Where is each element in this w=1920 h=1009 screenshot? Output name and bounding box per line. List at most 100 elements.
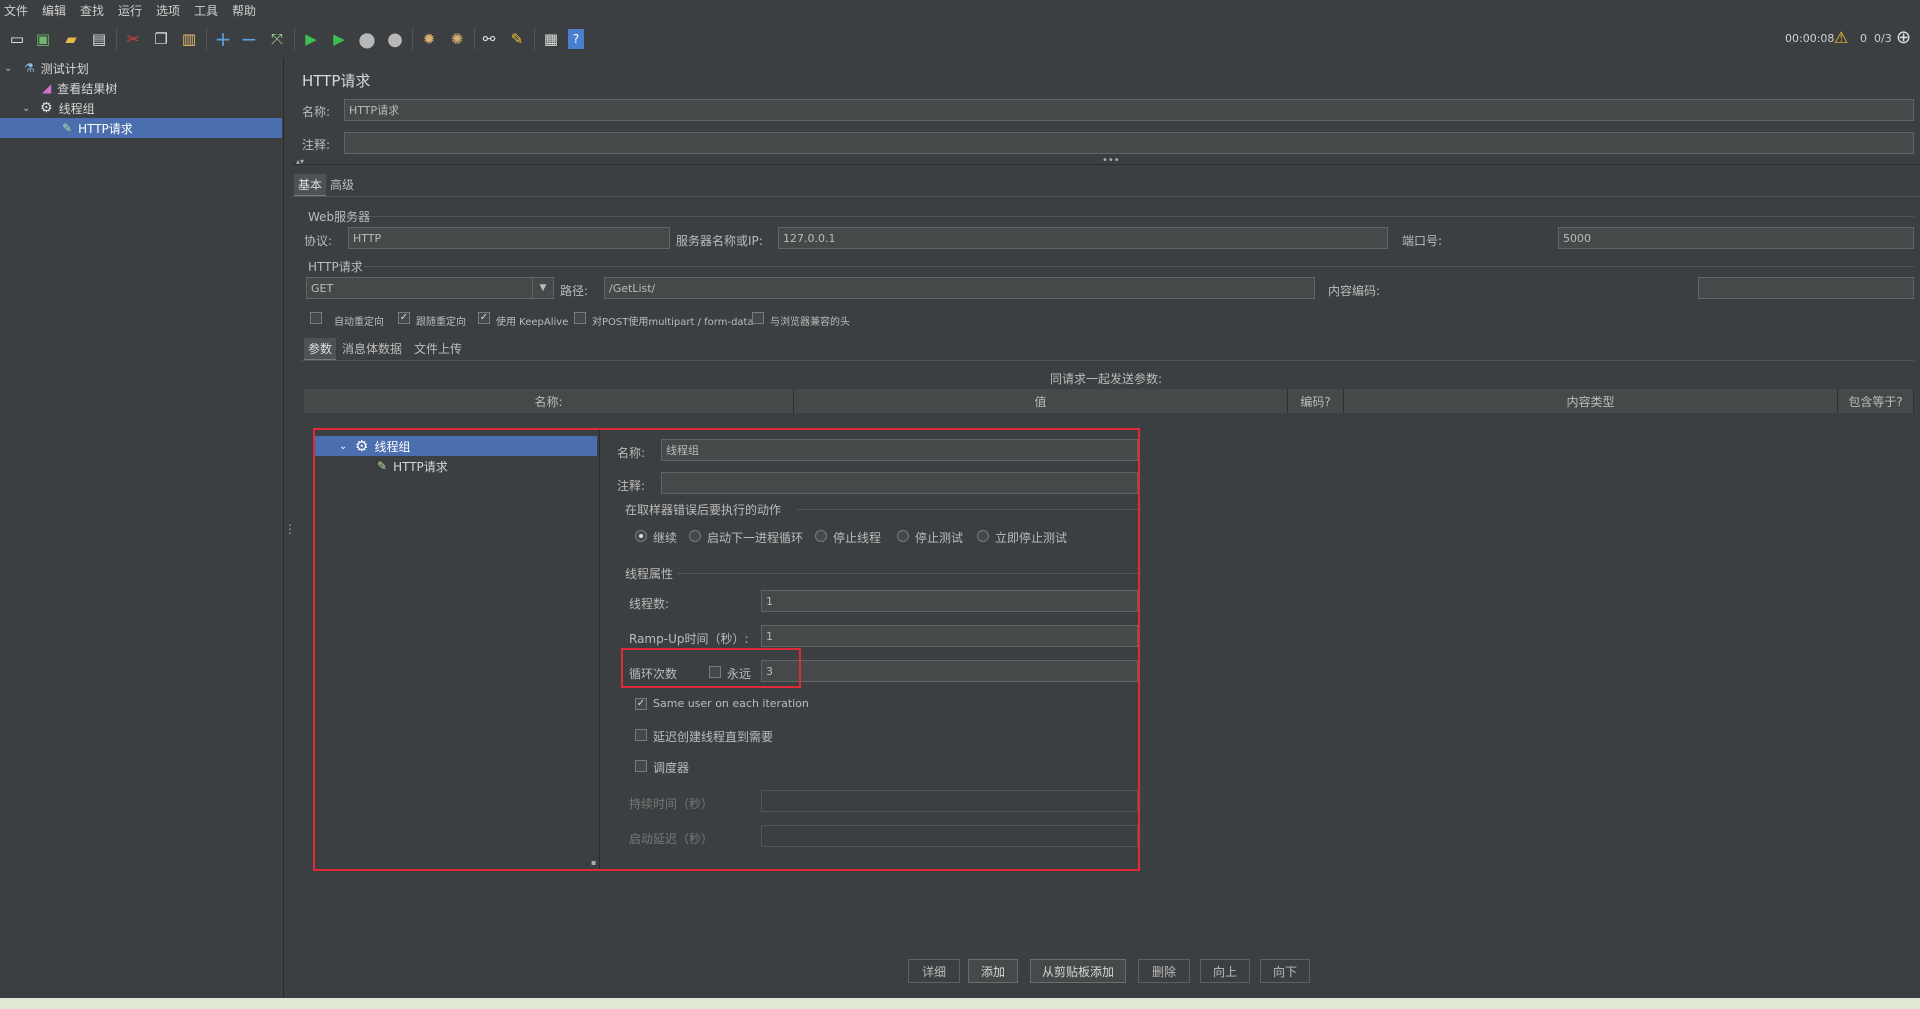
next-loop-radio[interactable] (689, 530, 701, 542)
chevron-down-icon[interactable]: ⌄ (22, 103, 32, 114)
function-helper-icon[interactable]: ▦ (540, 28, 562, 50)
templates-icon[interactable]: ▣ (32, 28, 54, 50)
path-input[interactable]: /GetList/ (604, 277, 1315, 299)
comment-label: 注释: (302, 138, 331, 152)
method-select[interactable]: GET ▼ (306, 277, 554, 299)
follow-redirect-checkbox[interactable]: ✓ (398, 312, 410, 324)
stop-test-now-label: 立即停止测试 (995, 531, 1068, 545)
toolbar: ▭ ▣ ▰ ▤ ✂ ❐ ▥ + − ⤧ ▶ ▶ ● ● ✹ ✺ ⚯ ✎ ▦ ? … (0, 20, 1920, 59)
params-caption: 同请求一起发送参数: (1050, 372, 1163, 386)
column-name[interactable]: 名称: (304, 389, 794, 413)
help-icon[interactable]: ? (568, 29, 584, 49)
elapsed-timer: 00:00:08 (1785, 32, 1835, 45)
duration-input (761, 790, 1138, 812)
column-value[interactable]: 值 (794, 389, 1288, 413)
name-input[interactable]: HTTP请求 (344, 99, 1914, 121)
continue-label: 继续 (653, 531, 678, 545)
stop-icon[interactable]: ● (356, 27, 378, 51)
same-user-checkbox[interactable]: ✓ (635, 698, 647, 710)
stop-test-now-radio[interactable] (977, 530, 989, 542)
detail-button[interactable]: 详细 (908, 959, 960, 983)
paste-icon[interactable]: ▥ (178, 28, 200, 50)
multipart-label: 对POST使用multipart / form-data (592, 317, 754, 328)
shutdown-icon[interactable]: ● (384, 28, 406, 50)
copy-icon[interactable]: ❐ (150, 28, 172, 50)
menu-edit[interactable]: 编辑 (42, 2, 66, 19)
comment-input[interactable] (344, 132, 1914, 154)
multipart-checkbox[interactable] (574, 312, 586, 324)
loop-count-highlight (621, 648, 801, 688)
gear-icon: ⚙ (40, 100, 53, 116)
move-up-button[interactable]: 向上 (1200, 959, 1250, 983)
stop-test-radio[interactable] (897, 530, 909, 542)
tab-file-upload[interactable]: 文件上传 (410, 338, 466, 359)
search-icon[interactable]: ⚯ (478, 28, 500, 50)
warning-icon[interactable]: ⚠ (1834, 28, 1848, 47)
tree-item-result-tree[interactable]: ◢ 查看结果树 (0, 78, 282, 98)
overlay-tree: ⌄ ⚙ 线程组 ✎ HTTP请求 ▪ (315, 430, 600, 869)
new-icon[interactable]: ▭ (6, 28, 28, 50)
delete-button[interactable]: 删除 (1138, 959, 1190, 983)
menu-file[interactable]: 文件 (4, 2, 28, 19)
add-from-clipboard-button[interactable]: 从剪贴板添加 (1030, 959, 1126, 983)
clear-all-icon[interactable]: ✺ (446, 28, 468, 50)
column-include-equals[interactable]: 包含等于? (1838, 389, 1914, 413)
warning-count: 0 (1860, 32, 1867, 45)
overlay-tree-item-thread-group[interactable]: ⌄ ⚙ 线程组 (315, 436, 597, 456)
protocol-input[interactable]: HTTP (348, 227, 670, 249)
stop-thread-label: 停止线程 (833, 531, 882, 545)
menu-run[interactable]: 运行 (118, 2, 142, 19)
tree-item-test-plan[interactable]: ⌄ ⚗ 测试计划 (0, 58, 282, 78)
rampup-input[interactable]: 1 (761, 625, 1138, 647)
browser-headers-checkbox[interactable] (752, 312, 764, 324)
status-bar (0, 998, 1920, 1009)
delay-create-checkbox[interactable] (635, 729, 647, 741)
encoding-input[interactable] (1698, 277, 1914, 299)
tab-advanced[interactable]: 高级 (326, 174, 358, 195)
port-input[interactable]: 5000 (1558, 227, 1914, 249)
collapse-icon[interactable]: − (238, 27, 260, 51)
server-input[interactable]: 127.0.0.1 (778, 227, 1388, 249)
start-no-pause-icon[interactable]: ▶ (328, 28, 350, 50)
tab-parameters[interactable]: 参数 (304, 338, 337, 361)
chevron-down-icon[interactable]: ▼ (532, 278, 553, 298)
column-encode[interactable]: 编码? (1288, 389, 1344, 413)
tree-item-thread-group[interactable]: ⌄ ⚙ 线程组 (0, 98, 282, 118)
stop-thread-radio[interactable] (815, 530, 827, 542)
add-button[interactable]: 添加 (968, 959, 1018, 983)
reset-search-icon[interactable]: ✎ (506, 28, 528, 50)
open-icon[interactable]: ▰ (60, 28, 82, 50)
save-icon[interactable]: ▤ (88, 28, 110, 50)
expand-icon[interactable]: + (212, 27, 234, 51)
toggle-icon[interactable]: ⤧ (266, 28, 288, 50)
column-content-type[interactable]: 内容类型 (1344, 389, 1838, 413)
tree-item-http-request[interactable]: ✎ HTTP请求 (0, 118, 282, 138)
menu-options[interactable]: 选项 (156, 2, 180, 19)
threads-input[interactable]: 1 (761, 590, 1138, 612)
stop-test-label: 停止测试 (915, 531, 964, 545)
tg-name-input[interactable]: 线程组 (661, 439, 1138, 461)
start-icon[interactable]: ▶ (300, 28, 322, 50)
menu-search[interactable]: 查找 (80, 2, 104, 19)
overlay-tree-item-http-request[interactable]: ✎ HTTP请求 (315, 456, 597, 476)
remote-icon[interactable]: ⊕ (1896, 27, 1911, 48)
tg-comment-input[interactable] (661, 472, 1138, 494)
move-down-button[interactable]: 向下 (1260, 959, 1310, 983)
scheduler-checkbox[interactable] (635, 760, 647, 772)
menu-help[interactable]: 帮助 (232, 2, 256, 19)
auto-redirect-checkbox[interactable] (310, 312, 322, 324)
menu-tools[interactable]: 工具 (194, 2, 218, 19)
auto-redirect-label: 自动重定向 (334, 317, 384, 328)
chevron-down-icon[interactable]: ⌄ (339, 441, 349, 452)
cut-icon[interactable]: ✂ (122, 28, 144, 50)
tab-basic[interactable]: 基本 (294, 174, 327, 197)
split-pane-divider[interactable]: ⋮ (284, 58, 296, 998)
loop-count-input[interactable]: 3 (761, 660, 1138, 682)
continue-radio[interactable] (635, 530, 647, 542)
chart-icon: ◢ (42, 81, 52, 95)
tab-body-data[interactable]: 消息体数据 (338, 338, 406, 359)
rampup-label: Ramp-Up时间（秒）: (629, 632, 749, 646)
keepalive-checkbox[interactable]: ✓ (478, 312, 490, 324)
clear-icon[interactable]: ✹ (418, 28, 440, 50)
chevron-down-icon[interactable]: ⌄ (4, 63, 14, 74)
